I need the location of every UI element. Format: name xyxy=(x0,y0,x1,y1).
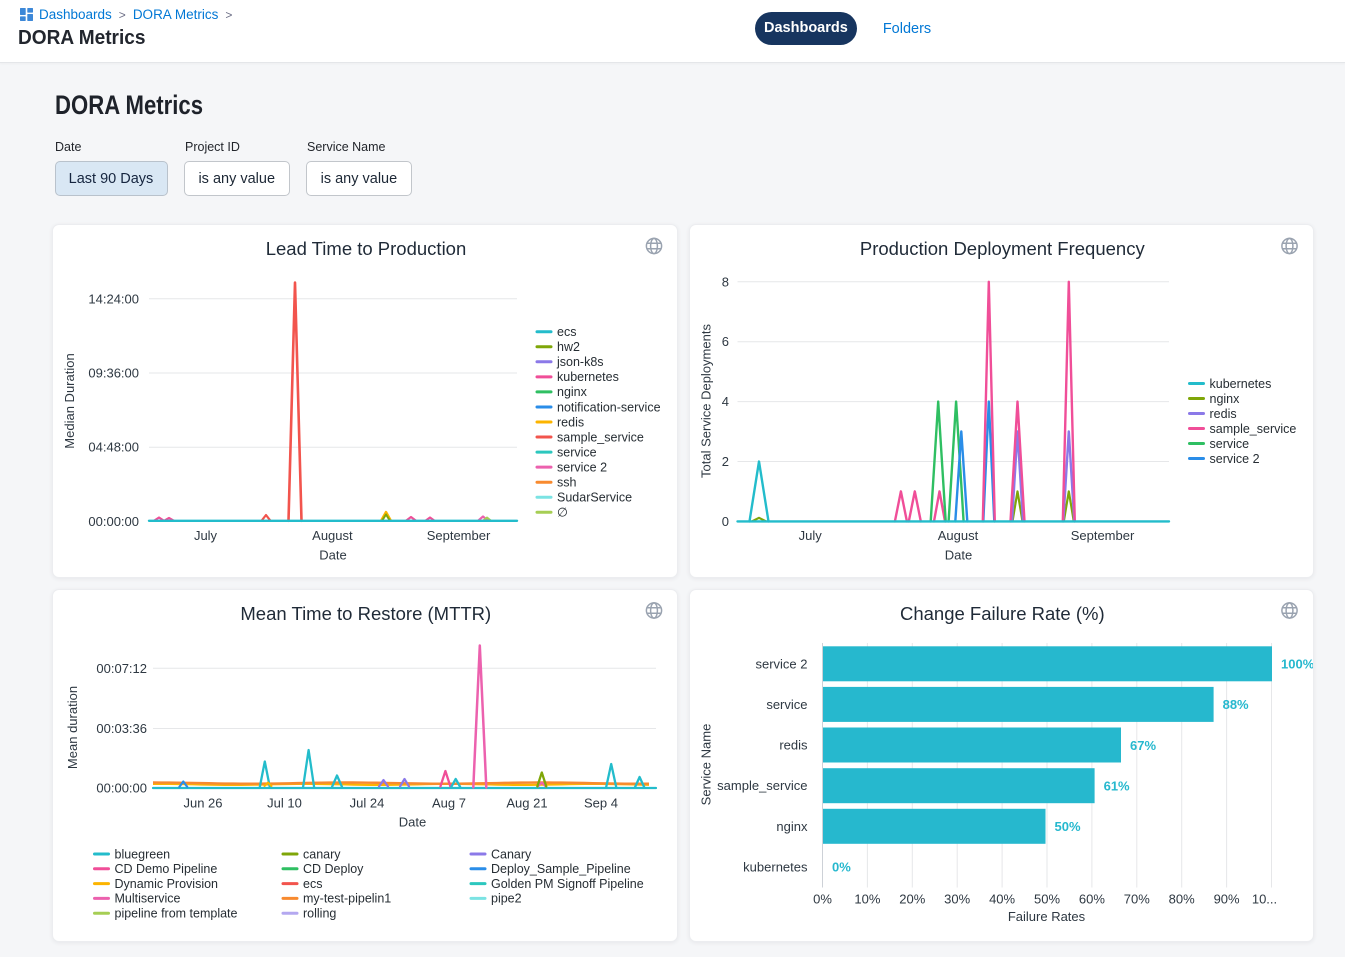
svg-text:Mean duration: Mean duration xyxy=(65,685,80,768)
svg-text:ssh: ssh xyxy=(557,476,577,490)
svg-text:Sep 4: Sep 4 xyxy=(584,795,618,810)
svg-text:ecs: ecs xyxy=(557,325,576,339)
svg-text:0%: 0% xyxy=(832,859,851,874)
svg-text:sample_service: sample_service xyxy=(1209,422,1296,436)
svg-text:September: September xyxy=(1070,528,1134,543)
svg-text:Date: Date xyxy=(319,548,346,563)
svg-text:service: service xyxy=(557,445,597,459)
svg-text:rolling: rolling xyxy=(303,906,336,920)
svg-text:04:48:00: 04:48:00 xyxy=(88,440,139,455)
svg-text:60%: 60% xyxy=(1078,891,1104,906)
svg-text:Failure Rates: Failure Rates xyxy=(1007,909,1085,924)
svg-text:ecs: ecs xyxy=(303,876,322,890)
svg-text:00:07:12: 00:07:12 xyxy=(96,660,147,675)
svg-text:Dynamic Provision: Dynamic Provision xyxy=(115,876,219,890)
svg-text:90%: 90% xyxy=(1213,891,1239,906)
svg-text:August: August xyxy=(937,528,978,543)
svg-text:service 2: service 2 xyxy=(557,460,607,474)
svg-text:50%: 50% xyxy=(1054,819,1080,834)
svg-text:2: 2 xyxy=(721,454,728,469)
svg-text:Total Service Deployments: Total Service Deployments xyxy=(698,324,713,478)
svg-text:nginx: nginx xyxy=(1209,392,1240,406)
svg-text:Multiservice: Multiservice xyxy=(115,891,181,905)
svg-text:30%: 30% xyxy=(944,891,970,906)
svg-text:Deploy_Sample_Pipeline: Deploy_Sample_Pipeline xyxy=(491,862,631,876)
svg-text:redis: redis xyxy=(779,737,808,752)
svg-text:kubernetes: kubernetes xyxy=(557,370,619,384)
svg-text:67%: 67% xyxy=(1130,737,1156,752)
svg-text:00:00:00: 00:00:00 xyxy=(96,780,147,795)
svg-text:SudarService: SudarService xyxy=(557,491,632,505)
svg-text:100%: 100% xyxy=(1281,656,1315,671)
svg-text:14:24:00: 14:24:00 xyxy=(88,291,139,306)
svg-text:nginx: nginx xyxy=(776,818,808,833)
svg-text:pipe2: pipe2 xyxy=(491,891,522,905)
svg-text:Aug 21: Aug 21 xyxy=(506,795,547,810)
svg-text:Lead Time to Production: Lead Time to Production xyxy=(266,238,467,259)
svg-text:notification-service: notification-service xyxy=(557,400,661,414)
svg-text:∅: ∅ xyxy=(557,506,568,520)
svg-text:Date: Date xyxy=(944,548,971,563)
svg-text:sample_service: sample_service xyxy=(717,778,807,793)
svg-text:09:36:00: 09:36:00 xyxy=(88,366,139,381)
svg-text:kubernetes: kubernetes xyxy=(1209,377,1271,391)
svg-text:Date: Date xyxy=(399,814,426,829)
svg-text:hw2: hw2 xyxy=(557,340,580,354)
svg-text:service: service xyxy=(1209,437,1249,451)
svg-text:Jul 10: Jul 10 xyxy=(267,795,302,810)
svg-text:August: August xyxy=(312,528,353,543)
svg-text:6: 6 xyxy=(721,334,728,349)
svg-text:nginx: nginx xyxy=(557,385,588,399)
svg-text:July: July xyxy=(798,528,822,543)
svg-text:4: 4 xyxy=(721,394,728,409)
svg-text:0%: 0% xyxy=(813,891,832,906)
svg-text:Canary: Canary xyxy=(491,847,532,861)
svg-text:json-k8s: json-k8s xyxy=(556,355,604,369)
svg-text:00:03:36: 00:03:36 xyxy=(96,721,147,736)
svg-text:service 2: service 2 xyxy=(1209,452,1259,466)
svg-text:Service Name: Service Name xyxy=(698,723,713,805)
svg-text:0: 0 xyxy=(721,514,728,529)
svg-text:20%: 20% xyxy=(899,891,925,906)
svg-text:10%: 10% xyxy=(854,891,880,906)
svg-text:00:00:00: 00:00:00 xyxy=(88,514,139,529)
svg-text:61%: 61% xyxy=(1103,778,1129,793)
svg-text:Production Deployment Frequenc: Production Deployment Frequency xyxy=(859,238,1145,259)
svg-text:September: September xyxy=(427,528,491,543)
svg-text:service 2: service 2 xyxy=(755,656,807,671)
svg-text:10...: 10... xyxy=(1251,891,1276,906)
svg-text:service: service xyxy=(766,696,807,711)
svg-text:bluegreen: bluegreen xyxy=(115,847,171,861)
svg-text:canary: canary xyxy=(303,847,341,861)
svg-text:Jul 24: Jul 24 xyxy=(350,795,385,810)
svg-text:CD Deploy: CD Deploy xyxy=(303,862,364,876)
svg-text:80%: 80% xyxy=(1168,891,1194,906)
svg-text:70%: 70% xyxy=(1123,891,1149,906)
svg-text:Mean Time to Restore (MTTR): Mean Time to Restore (MTTR) xyxy=(240,603,491,624)
svg-text:Golden PM Signoff Pipeline: Golden PM Signoff Pipeline xyxy=(491,876,644,890)
svg-text:my-test-pipelin1: my-test-pipelin1 xyxy=(303,891,391,905)
svg-text:redis: redis xyxy=(557,415,584,429)
svg-text:redis: redis xyxy=(1209,407,1236,421)
svg-text:40%: 40% xyxy=(989,891,1015,906)
svg-text:Aug 7: Aug 7 xyxy=(432,795,466,810)
svg-text:sample_service: sample_service xyxy=(557,430,644,444)
svg-text:Change Failure Rate (%): Change Failure Rate (%) xyxy=(899,603,1104,624)
svg-text:8: 8 xyxy=(721,274,728,289)
svg-text:Median Duration: Median Duration xyxy=(62,353,77,448)
svg-text:88%: 88% xyxy=(1222,697,1248,712)
svg-text:kubernetes: kubernetes xyxy=(743,859,808,874)
svg-text:CD Demo Pipeline: CD Demo Pipeline xyxy=(115,862,218,876)
svg-text:July: July xyxy=(194,528,218,543)
svg-text:Jun 26: Jun 26 xyxy=(183,795,222,810)
svg-text:50%: 50% xyxy=(1033,891,1059,906)
svg-text:pipeline from template: pipeline from template xyxy=(115,906,238,920)
